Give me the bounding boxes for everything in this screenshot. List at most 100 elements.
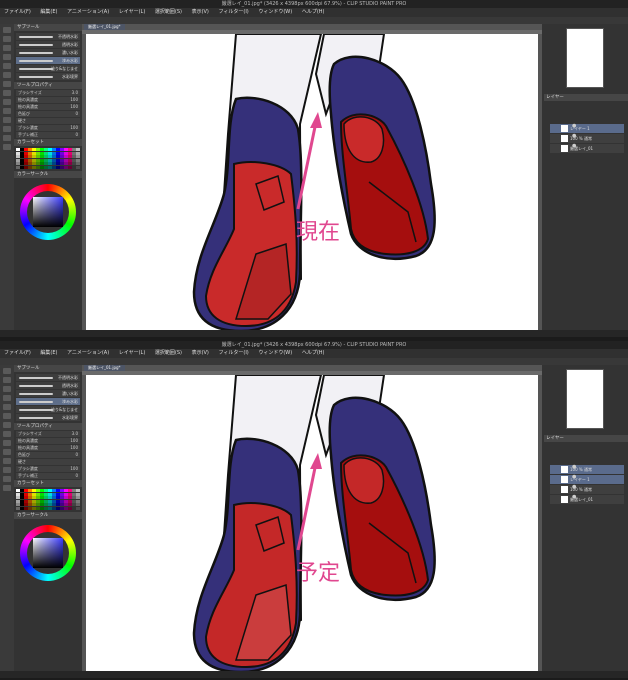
eyedropper-tool-icon[interactable]: [3, 54, 11, 60]
property-row[interactable]: ブラシ濃度 100: [16, 466, 80, 472]
layer-item[interactable]: ● 100 % 通常: [550, 465, 624, 474]
palette-swatch[interactable]: [32, 506, 36, 510]
menu-layer[interactable]: レイヤー(L): [115, 349, 150, 358]
eye-icon[interactable]: ●: [572, 144, 577, 149]
canvas-area[interactable]: 厳選レイ_01.jpg* 予定: [82, 365, 542, 678]
fill-tool-icon[interactable]: [3, 108, 11, 114]
eye-icon[interactable]: ●: [572, 485, 577, 490]
palette-swatch[interactable]: [32, 165, 36, 169]
menu-edit[interactable]: 編集(E): [36, 8, 61, 17]
eye-icon[interactable]: ●: [572, 465, 577, 470]
brush-item[interactable]: 不透明水彩: [16, 33, 80, 40]
shape-tool-icon[interactable]: [3, 467, 11, 473]
brush-item[interactable]: 濃い水彩: [16, 49, 80, 56]
move-tool-icon[interactable]: [3, 36, 11, 42]
property-row[interactable]: 色延び 0: [16, 452, 80, 458]
menu-selection[interactable]: 選択範囲(S): [151, 349, 186, 358]
menu-animation[interactable]: アニメーション(A): [63, 349, 113, 358]
palette-swatch[interactable]: [16, 165, 20, 169]
property-row[interactable]: 絵の具濃度 100: [16, 104, 80, 110]
property-row[interactable]: 絵の具濃度 100: [16, 97, 80, 103]
balloon-tool-icon[interactable]: [3, 144, 11, 150]
layer-item[interactable]: ● 100 % 通常: [550, 485, 624, 494]
zoom-tool-icon[interactable]: [3, 27, 11, 33]
pencil-tool-icon[interactable]: [3, 413, 11, 419]
menu-file[interactable]: ファイル(F): [0, 8, 35, 17]
property-row[interactable]: ブラシサイズ 3.0: [16, 431, 80, 437]
property-row[interactable]: 硬さ: [16, 118, 80, 124]
airbrush-tool-icon[interactable]: [3, 90, 11, 96]
navigator-preview[interactable]: [566, 28, 604, 88]
canvas-area[interactable]: 厳選レイ_01.jpg* 現在: [82, 24, 542, 337]
palette-swatch[interactable]: [56, 165, 60, 169]
menu-view[interactable]: 表示(V): [188, 349, 213, 358]
palette-swatch[interactable]: [52, 506, 56, 510]
menu-view[interactable]: 表示(V): [188, 8, 213, 17]
pen-tool-icon[interactable]: [3, 63, 11, 69]
gradient-tool-icon[interactable]: [3, 458, 11, 464]
palette-swatch[interactable]: [64, 506, 68, 510]
palette-swatch[interactable]: [44, 165, 48, 169]
palette-swatch[interactable]: [36, 165, 40, 169]
layer-item[interactable]: ● 厳選レイ_01: [550, 495, 624, 504]
menu-help[interactable]: ヘルプ(H): [298, 349, 329, 358]
fill-tool-icon[interactable]: [3, 449, 11, 455]
menu-filter[interactable]: フィルター(I): [214, 8, 252, 17]
menu-help[interactable]: ヘルプ(H): [298, 8, 329, 17]
eye-icon[interactable]: ●: [572, 134, 577, 139]
menu-selection[interactable]: 選択範囲(S): [151, 8, 186, 17]
brush-item[interactable]: 水彩境界: [16, 73, 80, 80]
palette-swatch[interactable]: [48, 165, 52, 169]
move-tool-icon[interactable]: [3, 377, 11, 383]
color-palette[interactable]: [16, 148, 80, 169]
eraser-tool-icon[interactable]: [3, 99, 11, 105]
property-row[interactable]: 硬さ: [16, 459, 80, 465]
text-tool-icon[interactable]: [3, 476, 11, 482]
property-row[interactable]: 手ブレ補正 0: [16, 473, 80, 479]
eye-icon[interactable]: ●: [572, 495, 577, 500]
brush-item[interactable]: 透明水彩: [16, 382, 80, 389]
palette-swatch[interactable]: [40, 165, 44, 169]
property-row[interactable]: ブラシサイズ 3.0: [16, 90, 80, 96]
brush-tool-icon[interactable]: [3, 81, 11, 87]
palette-swatch[interactable]: [72, 506, 76, 510]
property-row[interactable]: 絵の具濃度 100: [16, 445, 80, 451]
brush-item-selected[interactable]: 滲み水彩: [16, 57, 80, 64]
property-row[interactable]: 手ブレ補正 0: [16, 132, 80, 138]
brush-tool-icon[interactable]: [3, 422, 11, 428]
layer-item[interactable]: ● 100 % 通常: [550, 134, 624, 143]
pencil-tool-icon[interactable]: [3, 72, 11, 78]
palette-swatch[interactable]: [68, 506, 72, 510]
palette-swatch[interactable]: [60, 506, 64, 510]
color-palette[interactable]: [16, 489, 80, 510]
palette-swatch[interactable]: [24, 506, 28, 510]
zoom-tool-icon[interactable]: [3, 368, 11, 374]
pen-tool-icon[interactable]: [3, 404, 11, 410]
gradient-tool-icon[interactable]: [3, 117, 11, 123]
brush-item[interactable]: 濃い水彩: [16, 390, 80, 397]
layer-item[interactable]: ● レイヤー 1: [550, 124, 624, 133]
menu-animation[interactable]: アニメーション(A): [63, 8, 113, 17]
palette-swatch[interactable]: [20, 165, 24, 169]
select-tool-icon[interactable]: [3, 45, 11, 51]
menu-layer[interactable]: レイヤー(L): [115, 8, 150, 17]
palette-swatch[interactable]: [68, 165, 72, 169]
palette-swatch[interactable]: [72, 165, 76, 169]
select-tool-icon[interactable]: [3, 386, 11, 392]
eraser-tool-icon[interactable]: [3, 440, 11, 446]
airbrush-tool-icon[interactable]: [3, 431, 11, 437]
artwork-current[interactable]: 現在: [86, 34, 538, 334]
palette-swatch[interactable]: [76, 506, 80, 510]
palette-swatch[interactable]: [52, 165, 56, 169]
palette-swatch[interactable]: [44, 506, 48, 510]
property-row[interactable]: 絵の具濃度 100: [16, 438, 80, 444]
brush-item[interactable]: 透明水彩: [16, 41, 80, 48]
balloon-tool-icon[interactable]: [3, 485, 11, 491]
palette-swatch[interactable]: [28, 506, 32, 510]
palette-swatch[interactable]: [40, 506, 44, 510]
navigator-preview[interactable]: [566, 369, 604, 429]
property-row[interactable]: 色延び 0: [16, 111, 80, 117]
palette-swatch[interactable]: [76, 165, 80, 169]
brush-item[interactable]: 塗り&なじませ: [16, 65, 80, 72]
menu-file[interactable]: ファイル(F): [0, 349, 35, 358]
